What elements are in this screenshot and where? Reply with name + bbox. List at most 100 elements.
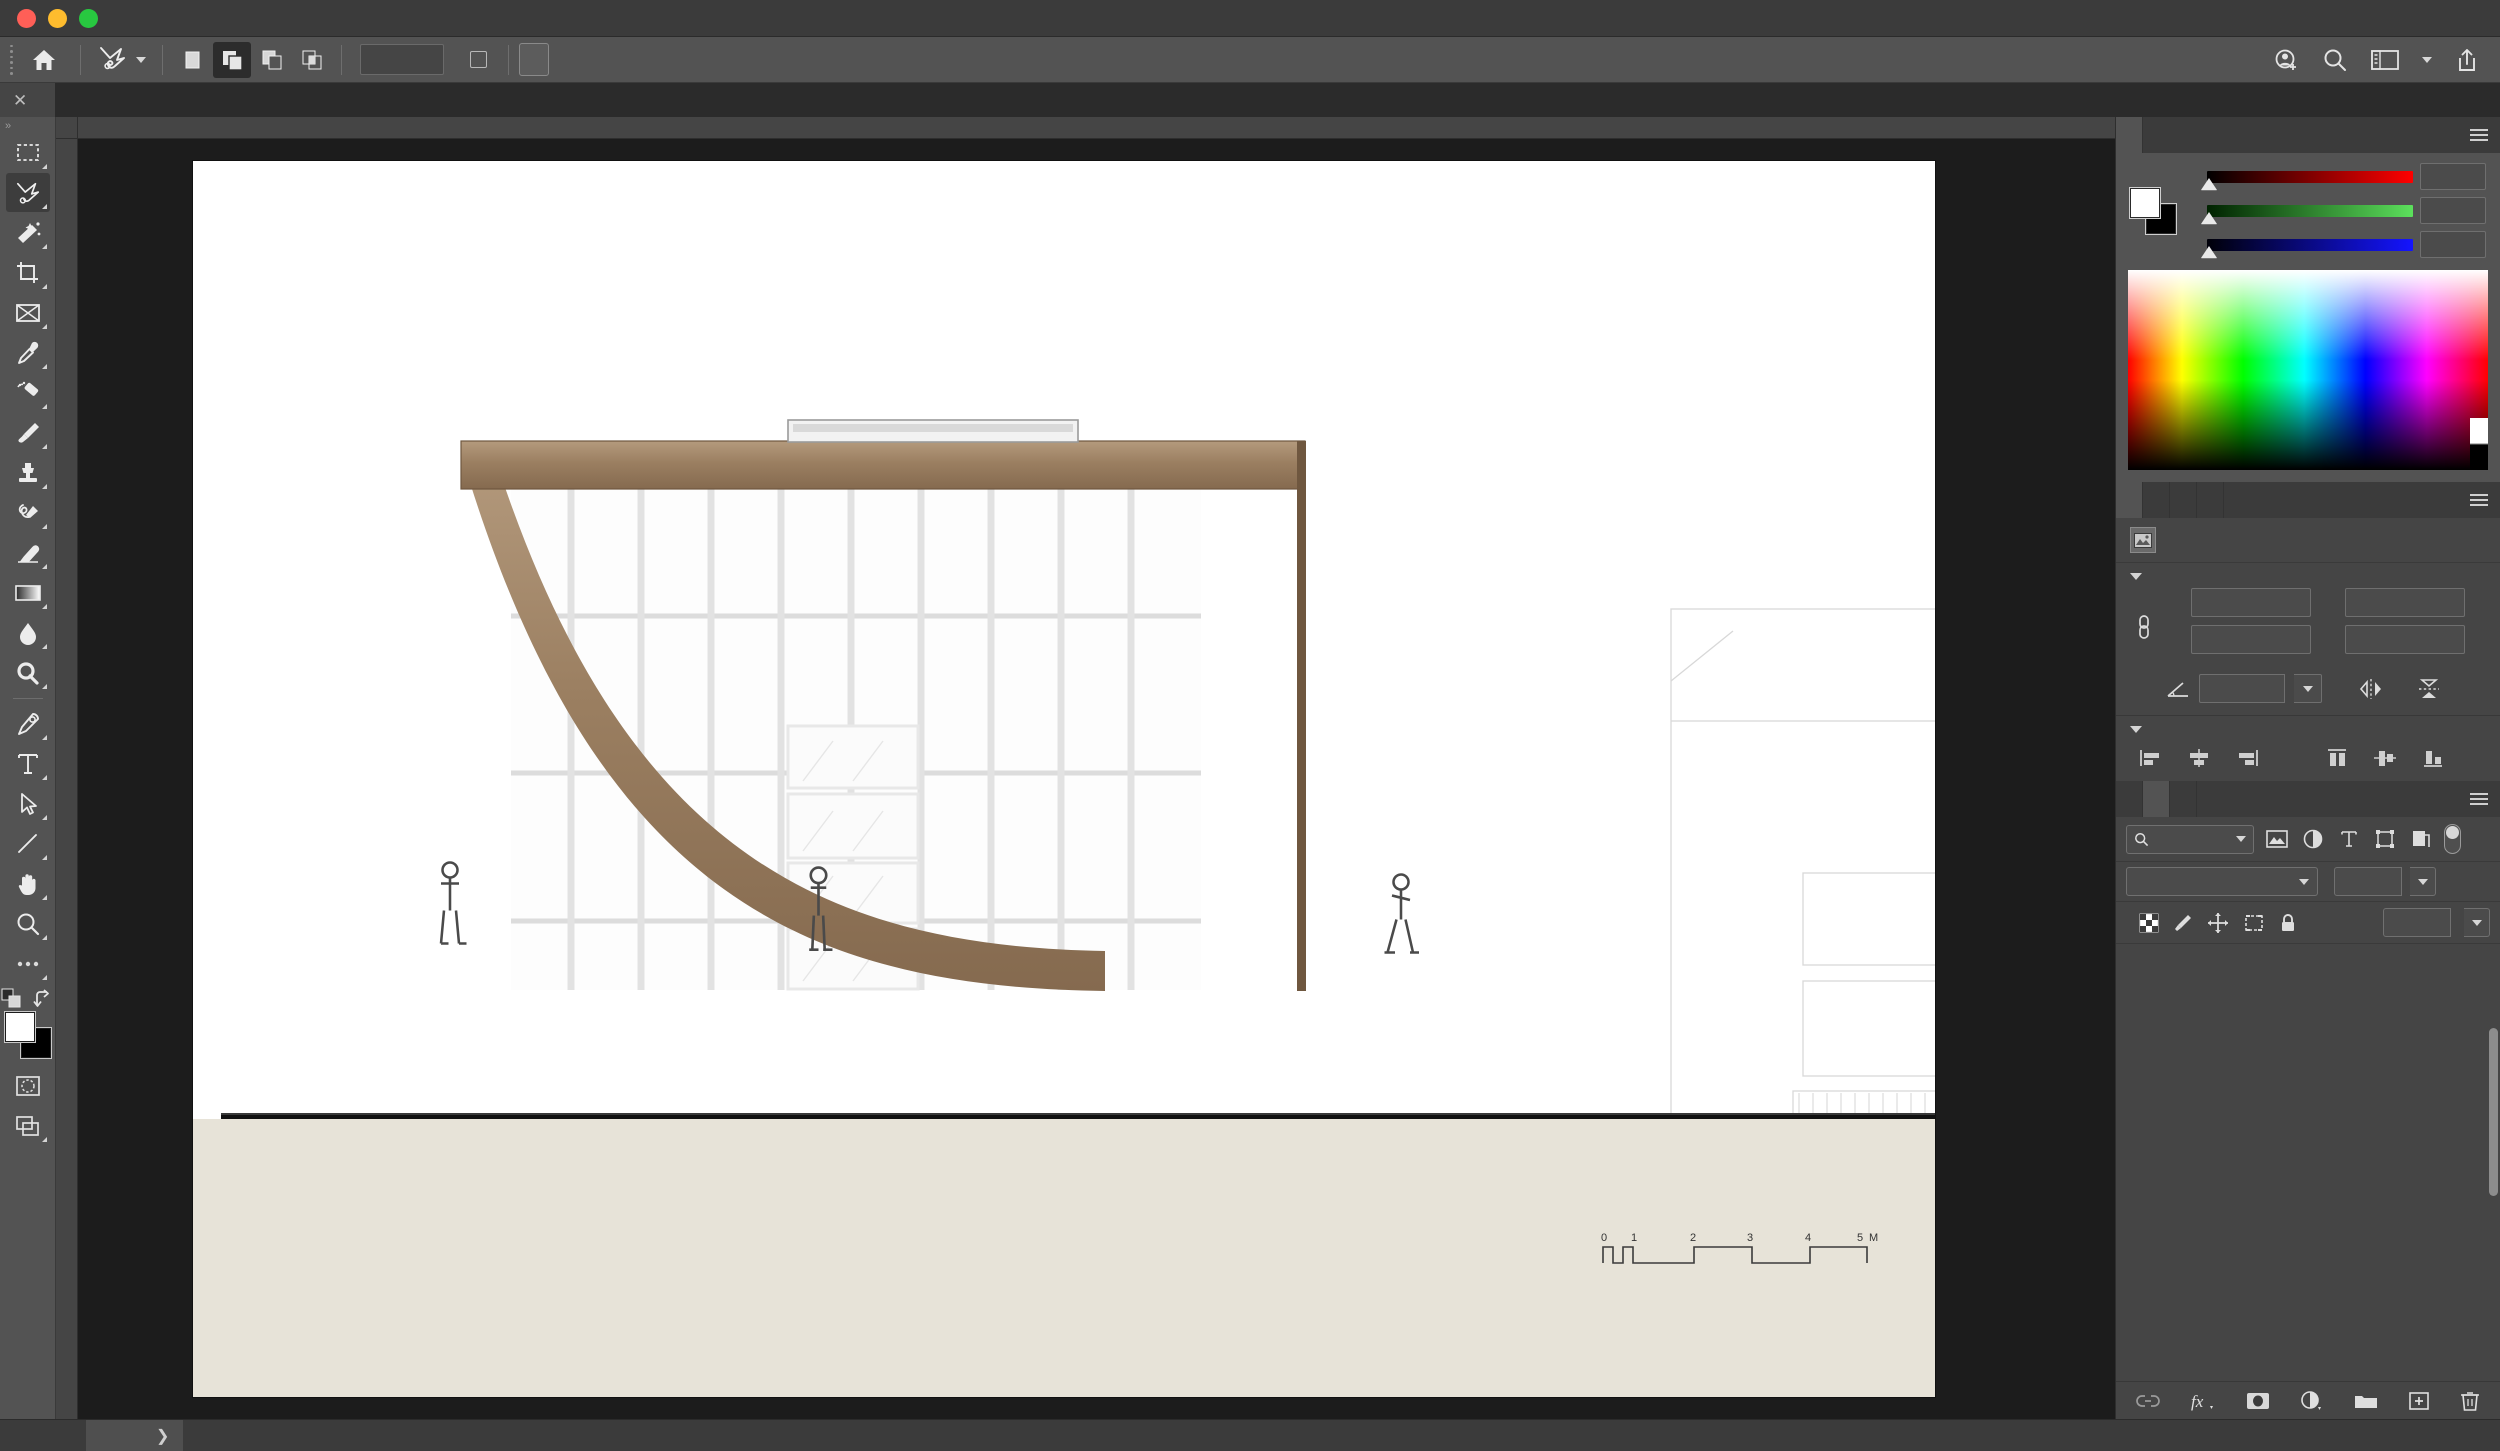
- chevron-down-icon[interactable]: [2130, 573, 2142, 580]
- angle-input[interactable]: [2199, 674, 2285, 703]
- pen-tool[interactable]: [6, 704, 50, 743]
- red-slider-thumb[interactable]: [2201, 177, 2217, 190]
- color-swatches[interactable]: [4, 1012, 51, 1058]
- document-info[interactable]: ❯: [86, 1419, 184, 1451]
- tab-properties[interactable]: [2116, 482, 2143, 518]
- angle-dropdown-button[interactable]: [2294, 674, 2322, 703]
- lock-position-icon[interactable]: [2207, 912, 2229, 934]
- blue-slider-row[interactable]: [2186, 231, 2486, 258]
- edit-toolbar-button[interactable]: [6, 944, 50, 983]
- link-aspect-icon[interactable]: [2134, 612, 2154, 642]
- blue-value-input[interactable]: [2420, 231, 2486, 258]
- horizontal-ruler[interactable]: [78, 117, 2115, 139]
- chevron-down-icon[interactable]: [136, 56, 146, 63]
- green-value-input[interactable]: [2420, 197, 2486, 224]
- tab-layers[interactable]: [2143, 781, 2170, 817]
- layers-panel-menu-button[interactable]: [2458, 781, 2500, 817]
- options-bar-grip[interactable]: [4, 44, 18, 75]
- color-spectrum-bw-strip[interactable]: [2470, 418, 2488, 470]
- align-top-edges-icon[interactable]: [2324, 747, 2350, 769]
- active-tool-preset[interactable]: [91, 44, 152, 76]
- brush-tool[interactable]: [6, 413, 50, 452]
- properties-panel-menu-button[interactable]: [2458, 482, 2500, 518]
- search-icon[interactable]: [2322, 47, 2348, 73]
- canvas-viewport[interactable]: 0 1 2 3 4 5 M: [78, 139, 2115, 1419]
- lock-image-icon[interactable]: [2173, 913, 2193, 933]
- ruler-origin-box[interactable]: [56, 117, 78, 139]
- red-slider-row[interactable]: [2186, 163, 2486, 190]
- shape-filter-icon[interactable]: [2372, 826, 2398, 852]
- pixel-filter-icon[interactable]: [2264, 826, 2290, 852]
- smart-object-filter-icon[interactable]: [2408, 826, 2434, 852]
- quick-mask-button[interactable]: [6, 1066, 50, 1105]
- align-right-edges-icon[interactable]: [2234, 747, 2260, 769]
- filter-toggle-icon[interactable]: [2444, 824, 2461, 854]
- selection-mode-group[interactable]: [173, 41, 331, 78]
- color-panel-swatches[interactable]: [2130, 187, 2176, 234]
- tab-channels[interactable]: [2170, 781, 2197, 817]
- dodge-tool[interactable]: [6, 653, 50, 692]
- blue-slider-track[interactable]: [2201, 238, 2413, 258]
- red-value-input[interactable]: [2420, 163, 2486, 190]
- artboard[interactable]: 0 1 2 3 4 5 M: [193, 161, 1935, 1397]
- align-section-header[interactable]: [2116, 716, 2500, 739]
- opacity-dropdown-button[interactable]: [2410, 867, 2436, 896]
- swap-colors-icon[interactable]: [32, 989, 55, 1009]
- clone-stamp-tool[interactable]: [6, 453, 50, 492]
- new-selection-button[interactable]: [173, 42, 211, 78]
- line-tool[interactable]: [6, 824, 50, 863]
- color-spectrum[interactable]: [2128, 270, 2488, 470]
- lock-all-icon[interactable]: [2279, 913, 2297, 933]
- home-button[interactable]: [18, 46, 70, 74]
- fx-icon[interactable]: fx: [2190, 1391, 2216, 1411]
- lasso-tool[interactable]: [5, 173, 50, 212]
- red-slider-track[interactable]: [2201, 170, 2413, 190]
- tab-3d[interactable]: [2116, 781, 2143, 817]
- frame-tool[interactable]: [6, 293, 50, 332]
- align-left-edges-icon[interactable]: [2138, 747, 2164, 769]
- workspace-icon[interactable]: [2370, 48, 2400, 72]
- new-group-icon[interactable]: [2354, 1392, 2378, 1410]
- lock-transparency-icon[interactable]: [2139, 913, 2159, 933]
- layer-list-scrollbar[interactable]: [2489, 1028, 2498, 1196]
- blend-mode-select[interactable]: [2126, 867, 2318, 896]
- default-colors-icon[interactable]: [1, 988, 23, 1010]
- select-and-mask-button[interactable]: [519, 43, 549, 76]
- chevron-down-icon[interactable]: [2130, 726, 2142, 733]
- feather-input[interactable]: [360, 44, 444, 75]
- eyedropper-tool[interactable]: [6, 333, 50, 372]
- type-tool[interactable]: [6, 744, 50, 783]
- crop-tool[interactable]: [6, 253, 50, 292]
- fill-dropdown-button[interactable]: [2464, 908, 2490, 937]
- magic-wand-tool[interactable]: [6, 213, 50, 252]
- align-bottom-edges-icon[interactable]: [2420, 747, 2446, 769]
- window-controls[interactable]: [0, 8, 98, 28]
- intersect-selection-button[interactable]: [293, 42, 331, 78]
- link-layers-icon[interactable]: [2136, 1393, 2160, 1409]
- flip-horizontal-icon[interactable]: [2358, 678, 2384, 700]
- opacity-input[interactable]: [2334, 867, 2402, 896]
- zoom-tool[interactable]: [6, 904, 50, 943]
- close-icon[interactable]: ✕: [13, 92, 27, 109]
- width-input[interactable]: [2191, 588, 2311, 617]
- screen-mode-button[interactable]: [6, 1106, 50, 1145]
- green-slider-thumb[interactable]: [2201, 211, 2217, 224]
- maximize-window-button[interactable]: [79, 8, 98, 28]
- green-slider-track[interactable]: [2201, 204, 2413, 224]
- add-user-icon[interactable]: [2274, 47, 2300, 73]
- add-to-selection-button[interactable]: [213, 41, 251, 78]
- anti-alias-checkbox[interactable]: [470, 51, 487, 68]
- adjustment-filter-icon[interactable]: [2300, 826, 2326, 852]
- lock-artboard-icon[interactable]: [2243, 913, 2265, 933]
- vertical-ruler[interactable]: [56, 139, 78, 1419]
- y-input[interactable]: [2345, 625, 2465, 654]
- adjustment-layer-icon[interactable]: [2300, 1390, 2324, 1411]
- color-panel-menu-button[interactable]: [2458, 117, 2500, 153]
- green-slider-row[interactable]: [2186, 197, 2486, 224]
- height-input[interactable]: [2191, 625, 2311, 654]
- document-tab[interactable]: ✕: [0, 83, 57, 117]
- align-vertical-centers-icon[interactable]: [2372, 747, 2398, 769]
- color-spectrum-gradient[interactable]: [2128, 270, 2488, 470]
- gradient-tool[interactable]: [6, 573, 50, 612]
- tab-swatches[interactable]: [2197, 482, 2224, 518]
